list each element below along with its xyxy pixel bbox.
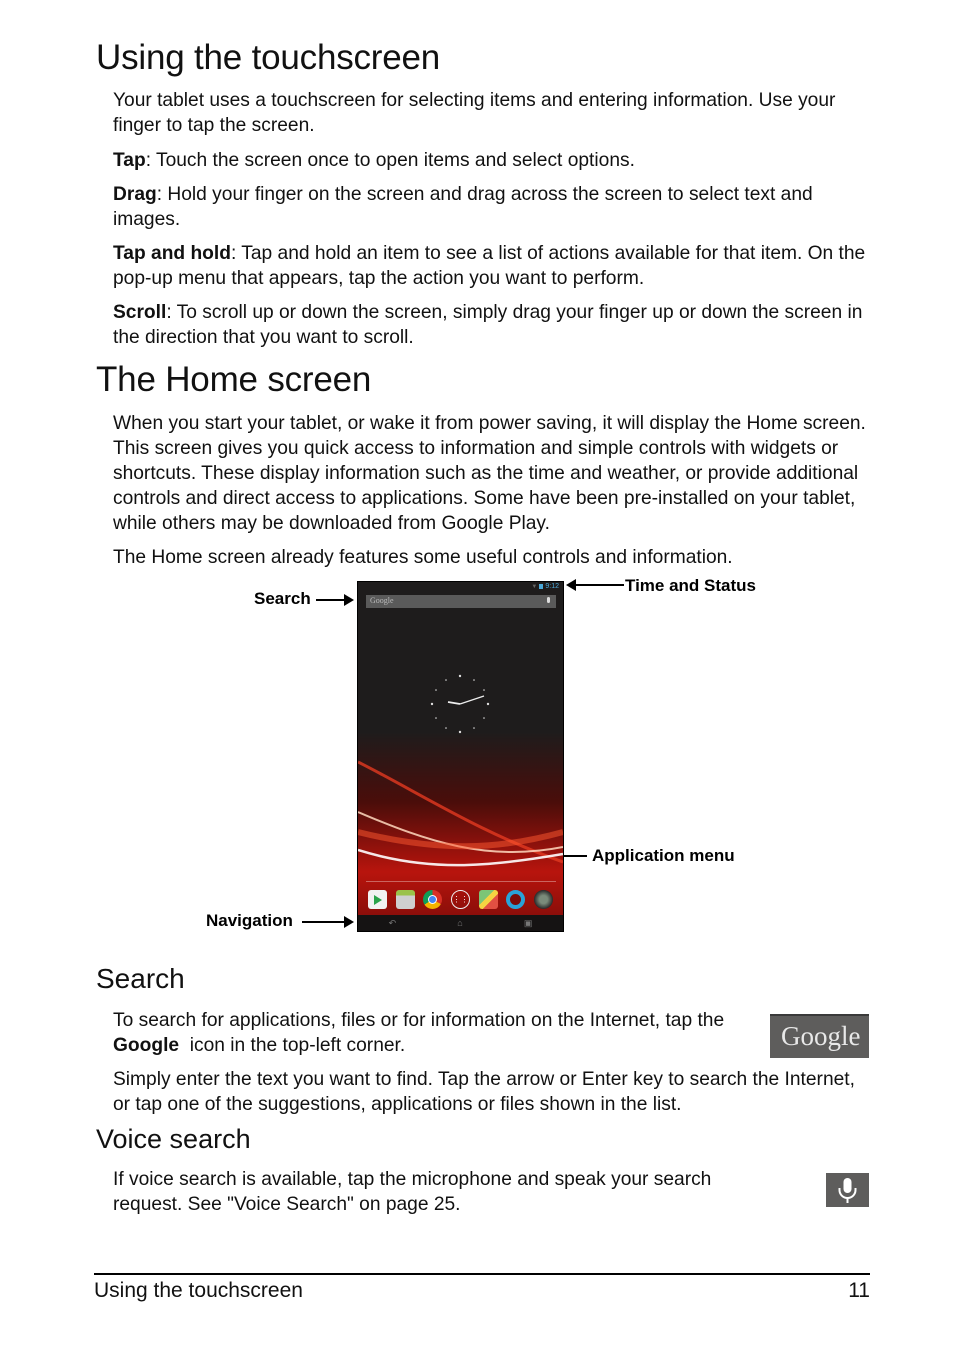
battery-icon bbox=[539, 584, 544, 589]
search-paragraph-1: To search for applications, files or for… bbox=[113, 1008, 763, 1058]
app-menu-icon[interactable]: ⋮⋮ bbox=[450, 889, 470, 909]
favorites-dock: ⋮⋮ bbox=[358, 884, 563, 914]
search-paragraph-2: Simply enter the text you want to find. … bbox=[113, 1069, 855, 1115]
gesture-term: Drag bbox=[113, 184, 157, 205]
footer-section-title: Using the touchscreen bbox=[94, 1279, 303, 1302]
microphone-icon bbox=[826, 1173, 869, 1207]
recents-button-icon[interactable]: ▣ bbox=[524, 918, 533, 929]
maps-icon[interactable] bbox=[478, 889, 498, 909]
gesture-scroll: Scroll: To scroll up or down the screen,… bbox=[113, 300, 873, 350]
gesture-term: Scroll bbox=[113, 302, 167, 323]
callout-search: Search bbox=[254, 589, 311, 608]
arrow-left-icon bbox=[566, 579, 624, 591]
gesture-term: Tap and hold bbox=[113, 243, 231, 264]
game-icon[interactable] bbox=[533, 889, 553, 909]
footer-divider bbox=[94, 1273, 870, 1275]
status-time: 9:12 bbox=[545, 583, 559, 590]
callout-application-menu: Application menu bbox=[592, 846, 735, 865]
back-button-icon[interactable]: ↶ bbox=[389, 918, 397, 929]
gesture-term: Tap bbox=[113, 150, 146, 171]
gesture-desc: : Touch the screen once to open items an… bbox=[145, 150, 635, 171]
navigation-bar: ↶ ⌂ ▣ bbox=[358, 915, 563, 931]
search-p1-bold: Google bbox=[113, 1035, 180, 1056]
home-button-icon[interactable]: ⌂ bbox=[457, 918, 462, 928]
heading-search: Search bbox=[96, 963, 185, 994]
heading-voice-search: Voice search bbox=[96, 1124, 251, 1154]
callout-navigation: Navigation bbox=[206, 911, 293, 930]
gesture-desc: : To scroll up or down the screen, simpl… bbox=[113, 302, 863, 348]
chrome-icon[interactable] bbox=[423, 889, 443, 909]
google-search-icon: Google bbox=[770, 1014, 869, 1058]
touchscreen-intro: Your tablet uses a touchscreen for selec… bbox=[113, 90, 836, 136]
wifi-icon: ▼ bbox=[531, 583, 538, 590]
gesture-tap-and-hold: Tap and hold: Tap and hold an item to se… bbox=[113, 241, 873, 291]
status-bar: ▼ 9:12 bbox=[531, 583, 559, 590]
dock-divider bbox=[366, 881, 556, 882]
heading-home-screen: The Home screen bbox=[96, 360, 372, 399]
home-intro: When you start your tablet, or wake it f… bbox=[113, 413, 866, 534]
voice-paragraph: If voice search is available, tap the mi… bbox=[113, 1169, 712, 1215]
search-p1-text-after: icon in the top-left corner. bbox=[179, 1035, 406, 1056]
camera-icon[interactable] bbox=[506, 889, 526, 909]
gesture-tap: Tap: Touch the screen once to open items… bbox=[113, 148, 873, 173]
google-search-bar[interactable]: Google bbox=[366, 595, 556, 608]
tablet-screenshot: ▼ 9:12 Google ⋮⋮ ↶ ⌂ ▣ bbox=[357, 581, 564, 932]
analog-clock-widget bbox=[430, 674, 490, 734]
page-number: 11 bbox=[848, 1279, 870, 1302]
google-icon-label: Google bbox=[781, 1021, 861, 1051]
microphone-icon[interactable] bbox=[547, 597, 550, 603]
play-store-icon[interactable] bbox=[368, 889, 388, 909]
gesture-desc: : Hold your finger on the screen and dra… bbox=[113, 184, 813, 230]
callout-time-status: Time and Status bbox=[625, 576, 756, 595]
arrow-right-icon bbox=[302, 916, 354, 928]
gesture-drag: Drag: Hold your finger on the screen and… bbox=[113, 182, 873, 232]
arrow-right-icon bbox=[316, 594, 354, 606]
search-label: Google bbox=[370, 596, 394, 605]
heading-using-touchscreen: Using the touchscreen bbox=[96, 38, 441, 77]
gallery-icon[interactable] bbox=[395, 889, 415, 909]
home-features: The Home screen already features some us… bbox=[113, 547, 733, 568]
search-p1-text: To search for applications, files or for… bbox=[113, 1010, 725, 1031]
